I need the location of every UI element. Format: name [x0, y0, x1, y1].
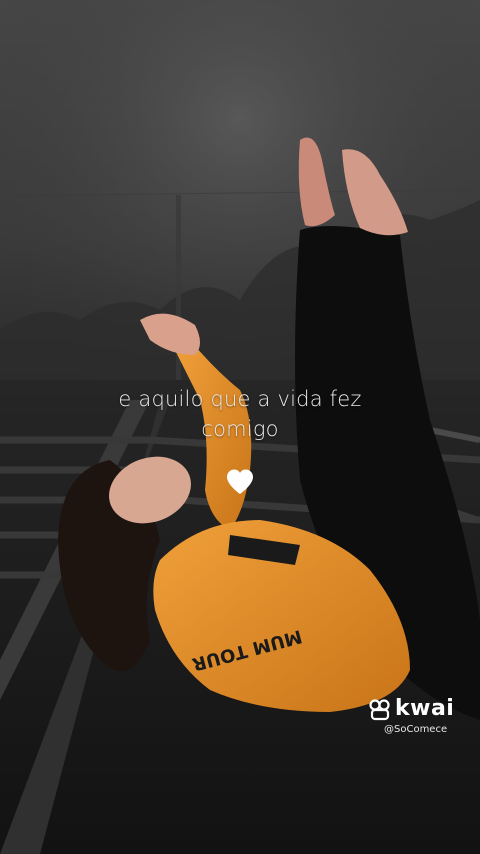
caption-text: e aquilo que a vida fez comigo	[0, 384, 480, 444]
white-heart-icon	[227, 469, 253, 494]
kwai-logo-icon	[369, 699, 390, 721]
creator-handle: @SoComece	[384, 724, 448, 735]
kwai-watermark: kwai @SoComece	[368, 696, 468, 735]
caption-line-1: e aquilo que a vida fez	[118, 387, 362, 411]
kwai-brand: kwai	[395, 696, 455, 721]
caption-line-2: comigo	[201, 417, 279, 441]
video-frame: MUM TOUR e aquilo que a vida fez comigo …	[0, 0, 480, 854]
